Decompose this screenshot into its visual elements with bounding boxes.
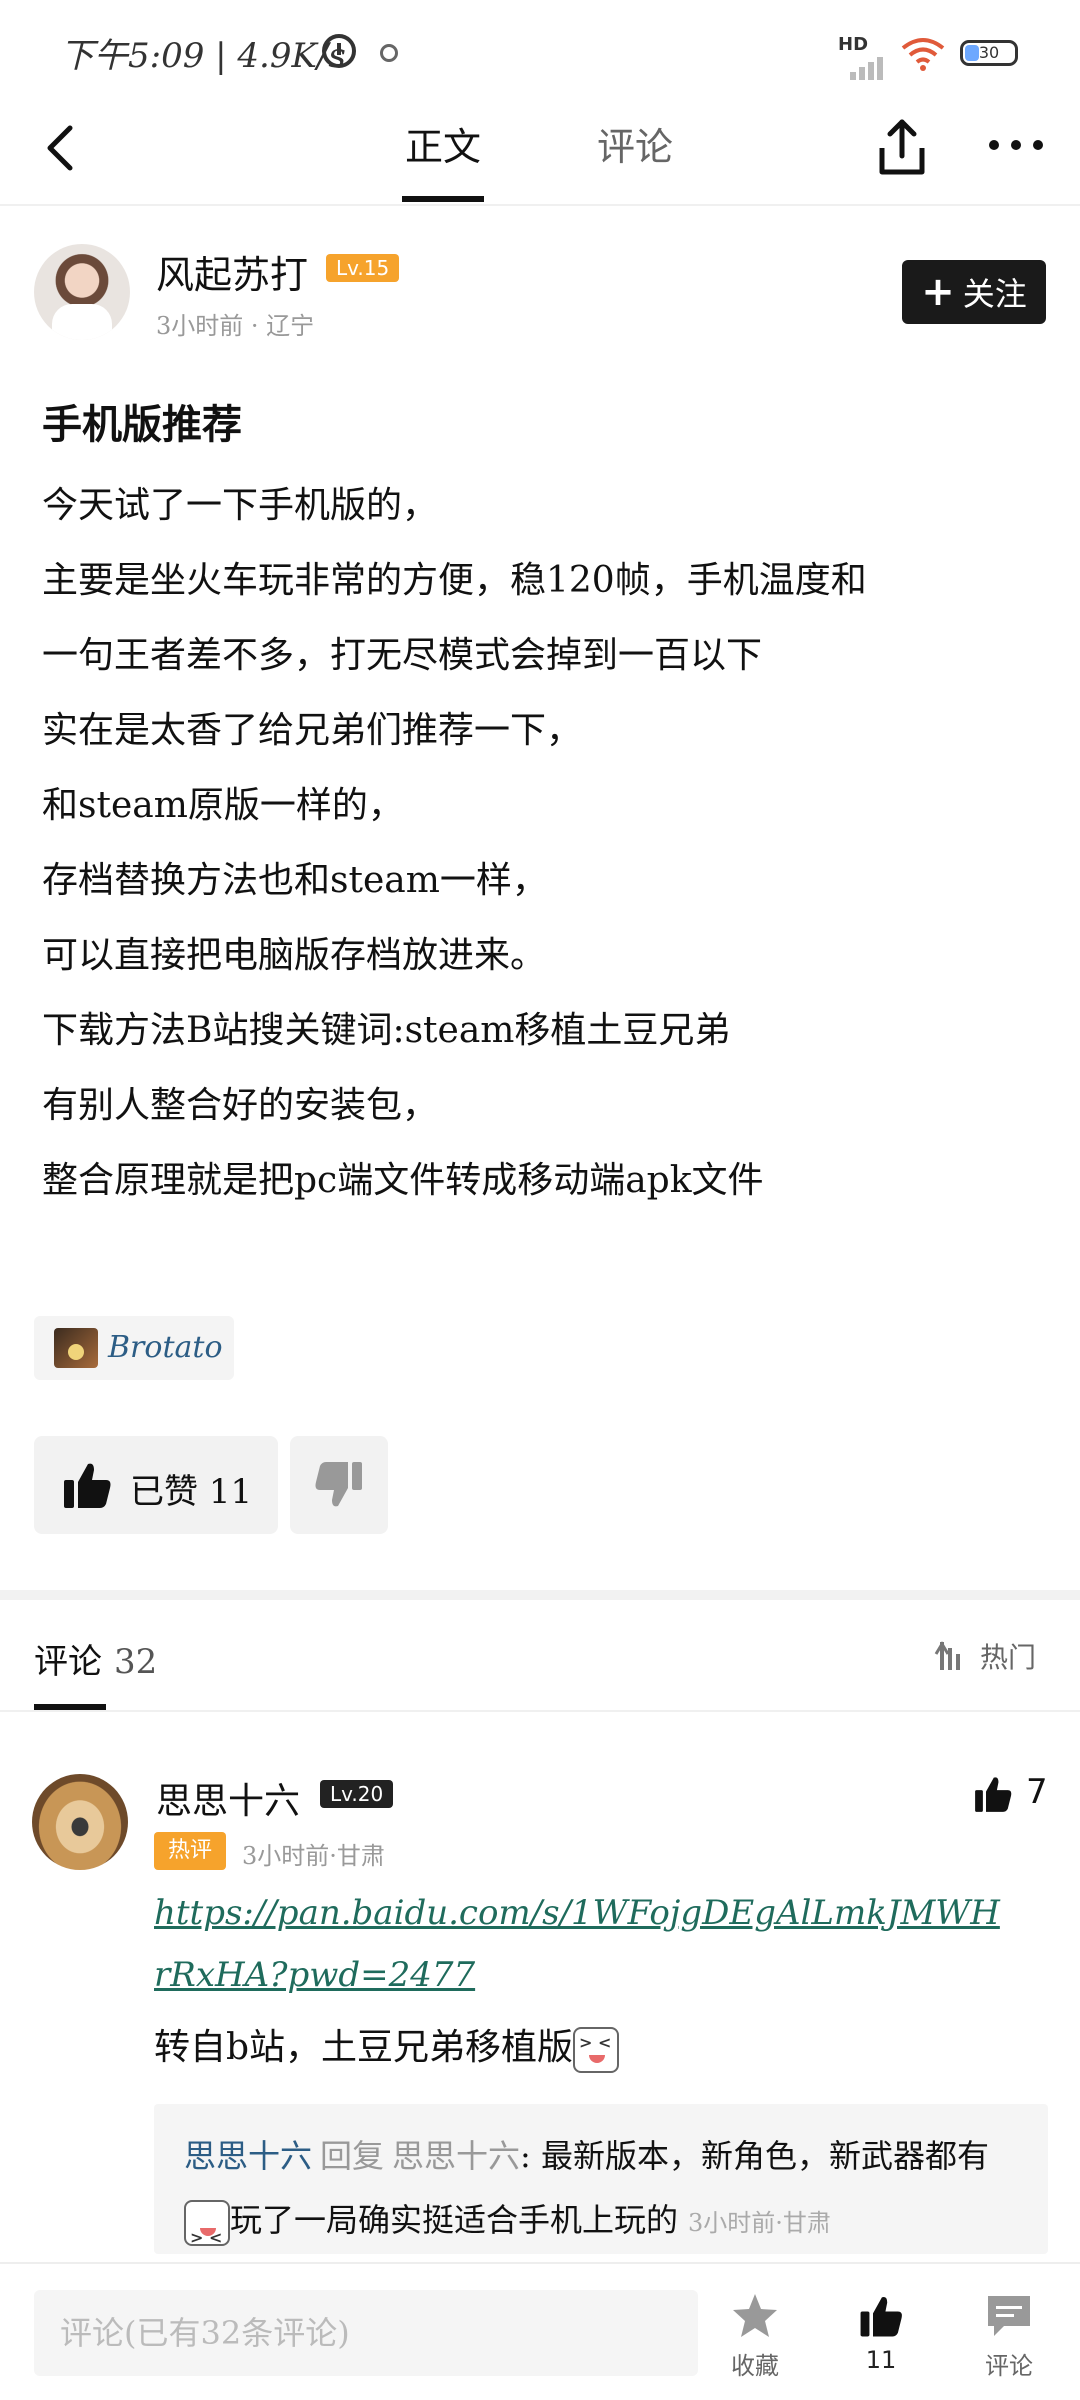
favorite-button[interactable]: 收藏 [700,2292,810,2392]
comment-like-count: 7 [1026,1772,1048,1812]
sort-button[interactable]: 热门 [934,1636,1044,1676]
reply-meta: 3小时前·甘肃 [688,2209,831,2237]
post-line: 可以直接把电脑版存档放进来。 [42,935,547,976]
bottom-comment-label: 评论 [985,2352,1033,2380]
wifi-icon [901,38,945,71]
like-button[interactable]: 已赞 11 [34,1436,278,1534]
thumbs-down-icon [315,1462,362,1507]
post-line: 整合原理就是把pc端文件转成移动端apk文件 [42,1160,764,1201]
comment-input[interactable] [34,2290,698,2376]
sort-label: 热门 [980,1641,1037,1674]
bottom-like-count: 11 [865,2346,897,2374]
thumbs-up-icon [860,2296,902,2337]
comment-meta: 3小时前·甘肃 [242,1842,385,1870]
battery-icon: 30 [960,40,1018,66]
dislike-button[interactable] [290,1436,388,1534]
status-bar: 下午5:09 | 4.9K/s HD 30 [0,0,1080,100]
tab-comments[interactable]: 评论 [597,116,673,171]
comment-like-button[interactable]: 7 [972,1768,1080,1822]
follow-button[interactable]: + 关注 [902,260,1046,324]
section-divider [0,1590,1080,1600]
back-icon[interactable] [34,118,94,178]
star-icon [733,2294,777,2337]
laughing-emoji-icon [573,2027,620,2073]
commenter-level-badge: Lv.20 [320,1780,394,1808]
author-row: 风起苏打 Lv.15 3小时前 · 辽宁 + 关注 [0,228,1080,358]
author-name[interactable]: 风起苏打 [156,244,308,299]
active-tab-indicator [402,196,484,202]
post-line: 存档替换方法也和steam一样， [42,860,548,901]
game-tag[interactable]: Brotato [34,1316,234,1380]
commenter-name[interactable]: 思思十六 [156,1772,300,1824]
reply-author[interactable]: 思思十六 [184,2137,312,2175]
reply-text-1: : 最新版本，新角色，新武器都有 [520,2137,990,2175]
post-line: 有别人整合好的安装包， [42,1085,439,1126]
bottom-bar: 收藏 11 评论 [0,2262,1080,2400]
signal-icon [850,48,890,80]
like-label: 已赞 11 [130,1472,253,1512]
comments-header: 评论 32 热门 [0,1600,1080,1712]
post-line: 今天试了一下手机版的， [42,485,439,526]
sync-icon [380,44,398,62]
reply-word: 回复 [320,2137,385,2175]
commenter-avatar[interactable] [32,1774,128,1870]
alarm-icon [322,34,356,68]
thumbs-up-icon [64,1463,111,1508]
reply-text-2: 玩了一局确实挺适合手机上玩的 [230,2201,679,2239]
laughing-emoji-icon [184,2199,230,2254]
post-line: 实在是太香了给兄弟们推荐一下， [42,710,583,751]
more-options-icon[interactable] [984,130,1048,160]
share-icon[interactable] [872,114,932,180]
comment-icon [988,2296,1030,2336]
favorite-label: 收藏 [731,2352,779,2380]
status-time: 下午5:09 | 4.9K/s [60,36,346,76]
author-level-badge: Lv.15 [326,254,400,282]
game-tag-label: Brotato [108,1330,223,1365]
tab-main-text[interactable]: 正文 [405,116,481,171]
comment-text: 转自b站，土豆兄弟移植版 [154,2018,620,2073]
post-line: 主要是坐火车玩非常的方便，稳120帧，手机温度和 [42,560,867,601]
follow-label: 关注 [962,275,1027,313]
game-icon [54,1328,98,1368]
author-avatar[interactable] [34,244,130,340]
reply-target: 思思十六 [392,2137,521,2175]
post-line: 一句王者差不多，打无尽模式会掉到一百以下 [42,635,763,676]
reply-preview[interactable]: 思思十六回复思思十六: 最新版本，新角色，新武器都有玩了一局确实挺适合手机上玩的… [154,2104,1048,2254]
hot-comment-badge: 热评 [154,1832,226,1870]
bottom-comment-button[interactable]: 评论 [954,2292,1064,2392]
comment-link[interactable]: https://pan.baidu.com/s/1WFojgDEgAlLmkJM… [154,1882,1014,2006]
post-meta: 3小时前 · 辽宁 [156,312,315,340]
thumbs-up-icon [975,1777,1012,1812]
comments-tab-indicator [34,1704,106,1710]
plus-icon: + [921,269,955,315]
post-line: 下载方法B站搜关键词:steam移植土豆兄弟 [42,1010,731,1051]
bottom-like-button[interactable]: 11 [826,2292,936,2392]
sort-icon [934,1641,960,1670]
top-navigation: 正文 评论 [0,100,1080,206]
post-title: 手机版推荐 [42,401,242,448]
comments-count: 32 [114,1642,158,1682]
post-body: 今天试了一下手机版的， 主要是坐火车玩非常的方便，稳120帧，手机温度和 一句王… [42,468,1052,1218]
comments-title[interactable]: 评论 32 [34,1634,157,1683]
post-line: 和steam原版一样的， [42,785,404,826]
